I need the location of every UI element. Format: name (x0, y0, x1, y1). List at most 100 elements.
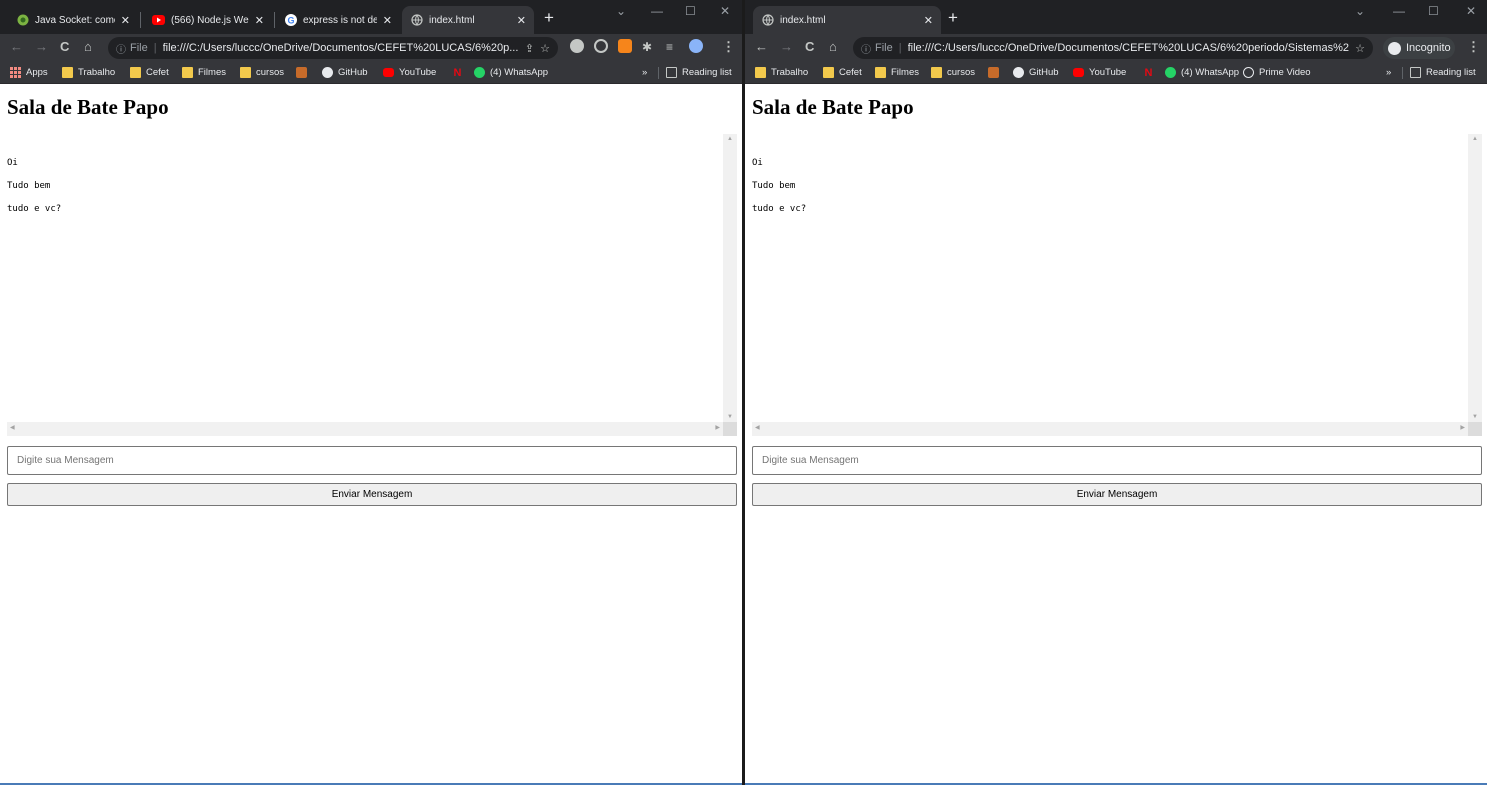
share-icon[interactable]: ⇪ (525, 42, 534, 55)
bookmark-cefet[interactable]: Cefet (823, 65, 862, 80)
tab-index-html[interactable]: index.html ✕ (753, 6, 941, 34)
menu-kebab-icon[interactable]: ⋮ (1467, 38, 1480, 56)
chat-messages-box[interactable]: Oi Tudo bem tudo e vc? ▲ ▼ ◀ ▶ (752, 134, 1482, 436)
react-devtools-icon[interactable] (570, 39, 584, 53)
bookmark-calendar[interactable] (296, 65, 312, 80)
send-message-button[interactable]: Enviar Mensagem (752, 483, 1482, 506)
bookmark-youtube[interactable]: YouTube (1073, 65, 1126, 80)
back-arrow-icon[interactable]: ← (755, 38, 768, 56)
tab-index-html[interactable]: index.html ✕ (402, 6, 534, 34)
scroll-down-arrow-icon[interactable]: ▼ (1468, 414, 1482, 420)
omnibox-separator: | (898, 42, 902, 54)
reading-list-icon (666, 67, 677, 78)
bookmark-cefet[interactable]: Cefet (130, 65, 169, 80)
incognito-badge[interactable]: Incognito (1383, 37, 1455, 59)
whatsapp-icon (474, 67, 485, 78)
tab-java-socket[interactable]: Java Socket: como c ✕ (8, 6, 138, 34)
reading-list-button[interactable]: Reading list (1410, 65, 1476, 80)
bookmarks-overflow-button[interactable]: » (642, 65, 647, 80)
vertical-scrollbar[interactable]: ▲ ▼ (1468, 134, 1482, 422)
record-extension-icon[interactable] (594, 39, 608, 53)
bookmark-star-icon[interactable]: ☆ (540, 42, 550, 55)
bookmark-label: (4) WhatsApp (1181, 67, 1240, 78)
bookmark-whatsapp[interactable]: (4) WhatsApp (474, 65, 548, 80)
bookmark-cursos[interactable]: cursos (240, 65, 284, 80)
reading-list-button[interactable]: Reading list (666, 65, 732, 80)
chat-message: tudo e vc? (752, 204, 807, 214)
incognito-icon (1388, 41, 1401, 55)
close-icon[interactable]: ✕ (924, 14, 933, 27)
horizontal-scrollbar[interactable]: ◀ ▶ (7, 422, 723, 436)
close-window-button[interactable]: ✕ (720, 4, 730, 18)
address-bar[interactable]: ⓘ File | file:///C:/Users/luccc/OneDrive… (853, 37, 1373, 59)
tab-express-not-defined[interactable]: G express is not defin ✕ (276, 6, 400, 34)
scroll-left-arrow-icon[interactable]: ◀ (10, 424, 15, 431)
bookmarks-overflow-button[interactable]: » (1386, 65, 1391, 80)
reload-icon[interactable]: C (805, 38, 814, 56)
scroll-up-arrow-icon[interactable]: ▲ (1468, 136, 1482, 142)
scroll-right-arrow-icon[interactable]: ▶ (1460, 424, 1465, 431)
home-icon[interactable]: ⌂ (84, 38, 92, 56)
vertical-scrollbar[interactable]: ▲ ▼ (723, 134, 737, 422)
bookmark-filmes[interactable]: Filmes (875, 65, 919, 80)
bookmark-apps[interactable]: Apps (10, 65, 48, 80)
new-tab-button[interactable]: + (948, 9, 958, 26)
bookmark-trabalho[interactable]: Trabalho (755, 65, 808, 80)
address-bar[interactable]: ⓘ File | file:///C:/Users/luccc/OneDrive… (108, 37, 558, 59)
bookmark-youtube[interactable]: YouTube (383, 65, 436, 80)
maximize-button[interactable]: ☐ (1428, 4, 1439, 18)
media-control-icon[interactable]: ≡ (666, 38, 673, 56)
menu-kebab-icon[interactable]: ⋮ (722, 38, 735, 56)
bookmark-trabalho[interactable]: Trabalho (62, 65, 115, 80)
chat-messages-box[interactable]: Oi Tudo bem tudo e vc? ▲ ▼ ◀ ▶ (7, 134, 737, 436)
bookmark-cursos[interactable]: cursos (931, 65, 975, 80)
java-favicon-icon (16, 14, 29, 27)
send-message-button[interactable]: Enviar Mensagem (7, 483, 737, 506)
bookmark-filmes[interactable]: Filmes (182, 65, 226, 80)
bookmark-label: Cefet (146, 67, 169, 78)
close-icon[interactable]: ✕ (383, 14, 392, 27)
close-icon[interactable]: ✕ (517, 14, 526, 27)
bookmark-netflix[interactable]: N (452, 65, 468, 80)
scroll-right-arrow-icon[interactable]: ▶ (715, 424, 720, 431)
close-window-button[interactable]: ✕ (1466, 4, 1476, 18)
bookmark-github[interactable]: GitHub (1013, 65, 1059, 80)
tab-search-icon[interactable]: ⌄ (616, 4, 626, 18)
extensions-puzzle-icon[interactable]: ✱ (642, 38, 652, 56)
omnibox-separator: | (153, 42, 157, 54)
bookmark-calendar[interactable] (988, 65, 1004, 80)
forward-arrow-icon[interactable]: → (780, 38, 793, 56)
overflow-chevron-icon: » (642, 67, 648, 78)
github-icon (322, 67, 333, 78)
tab-search-icon[interactable]: ⌄ (1355, 4, 1365, 18)
message-input[interactable] (752, 446, 1482, 475)
scroll-down-arrow-icon[interactable]: ▼ (723, 414, 737, 420)
scroll-left-arrow-icon[interactable]: ◀ (755, 424, 760, 431)
folder-icon (755, 67, 766, 78)
new-tab-button[interactable]: + (544, 9, 554, 26)
scroll-up-arrow-icon[interactable]: ▲ (723, 136, 737, 142)
close-icon[interactable]: ✕ (255, 14, 264, 27)
reload-icon[interactable]: C (60, 38, 69, 56)
close-icon[interactable]: ✕ (121, 14, 130, 27)
minimize-button[interactable]: — (1393, 4, 1405, 18)
bookmark-star-icon[interactable]: ☆ (1355, 42, 1365, 55)
forward-arrow-icon[interactable]: → (35, 38, 48, 56)
bookmark-separator (1402, 67, 1403, 79)
metamask-icon[interactable] (618, 39, 632, 53)
back-arrow-icon[interactable]: ← (10, 38, 23, 56)
info-icon: ⓘ (861, 44, 871, 56)
bookmark-prime-video[interactable]: Prime Video (1243, 65, 1311, 80)
maximize-button[interactable]: ☐ (685, 4, 696, 18)
tab-nodejs-websocket[interactable]: (566) Node.js WebS ✕ (144, 6, 272, 34)
minimize-button[interactable]: — (651, 4, 663, 18)
horizontal-scrollbar[interactable]: ◀ ▶ (752, 422, 1468, 436)
bookmark-github[interactable]: GitHub (322, 65, 368, 80)
message-input[interactable] (7, 446, 737, 475)
profile-avatar[interactable] (689, 39, 703, 53)
home-icon[interactable]: ⌂ (829, 38, 837, 56)
bookmark-whatsapp[interactable]: (4) WhatsApp (1165, 65, 1239, 80)
calendar-icon (296, 67, 307, 78)
bookmark-label: YouTube (399, 67, 437, 78)
bookmark-netflix[interactable]: N (1143, 65, 1159, 80)
